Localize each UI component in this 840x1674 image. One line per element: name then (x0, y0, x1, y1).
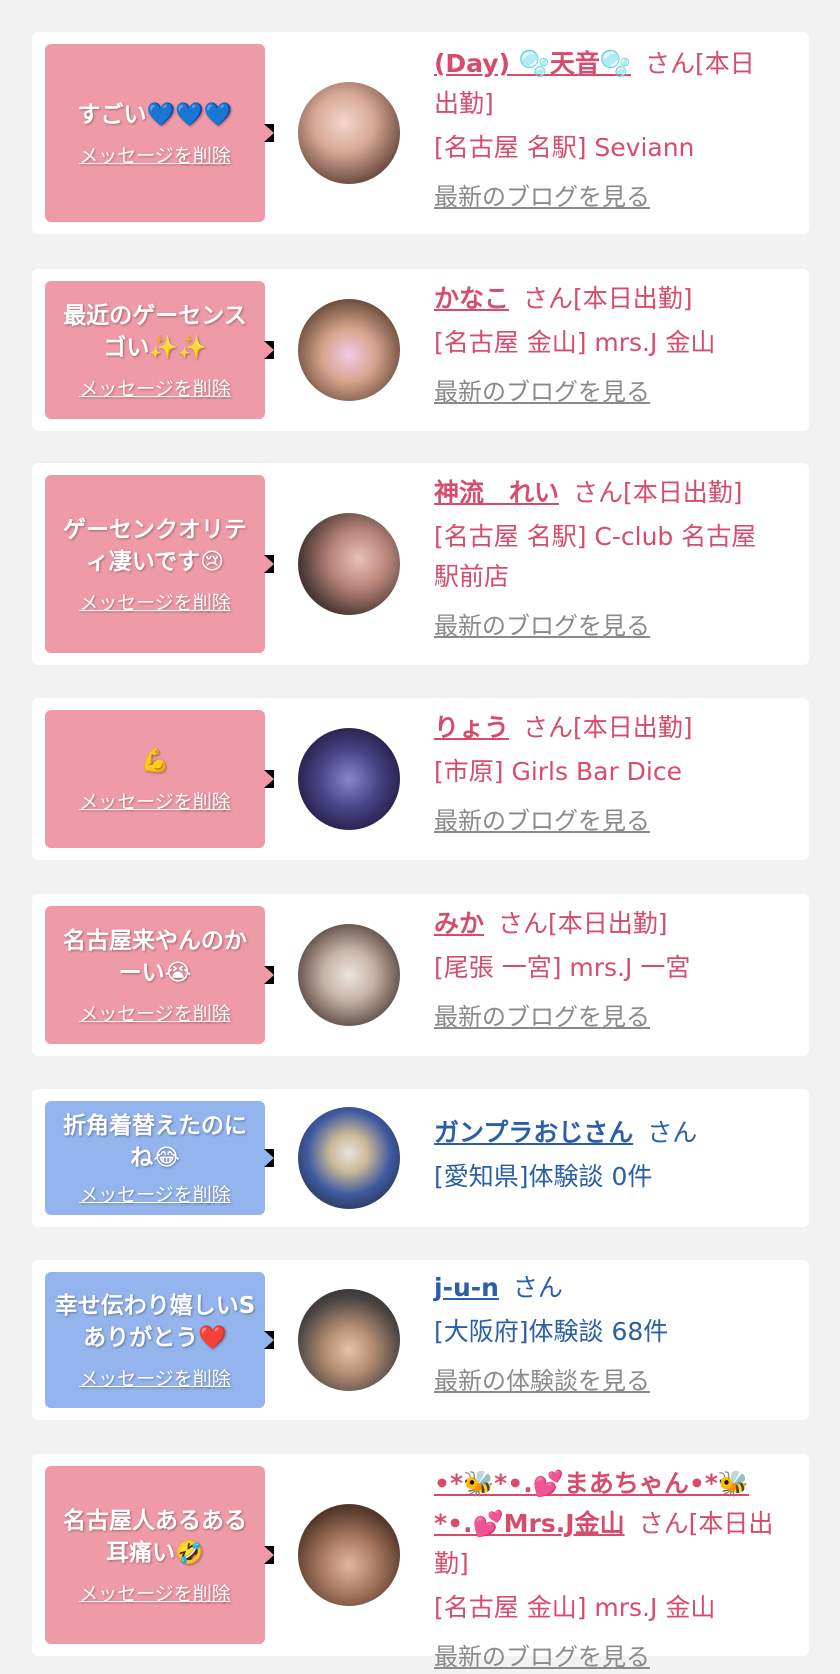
user-name-link[interactable]: j-u-n (434, 1273, 499, 1302)
message-text: 名古屋人あるある耳痛い🤣 (63, 1507, 247, 1566)
message-card: ゲーセンクオリティ凄いです😢 メッセージを削除 神流 れい さん[本日出勤] [名… (32, 463, 809, 665)
message-text: 💪 (140, 747, 170, 774)
user-info: りょう さん[本日出勤] [市原] Girls Bar Dice 最新のブログを見… (434, 708, 779, 838)
message-card: 幸せ伝わり嬉しいSありがとう❤️ メッセージを削除 j-u-n さん [大阪府]体… (32, 1260, 809, 1420)
latest-blog-link[interactable]: 最新のブログを見る (434, 804, 779, 838)
message-bubble: すごい💙💙💙 メッセージを削除 (45, 44, 274, 222)
message-card: 名古屋来やんのかーい😭 メッセージを削除 みか さん[本日出勤] [尾張 一宮] … (32, 894, 809, 1056)
user-name-link[interactable]: ガンプラおじさん (434, 1118, 633, 1147)
user-status: さん[本日出勤] (523, 713, 693, 742)
avatar[interactable] (298, 1289, 400, 1391)
user-status: さん[本日出勤] (573, 478, 743, 507)
user-status: さん (512, 1273, 563, 1302)
user-name-link[interactable]: りょう (434, 713, 509, 742)
message-card: 最近のゲーセンスゴい✨✨ メッセージを削除 かなこ さん[本日出勤] [名古屋 金… (32, 269, 809, 431)
shop-label: [市原] Girls Bar Dice (434, 757, 682, 786)
latest-blog-link[interactable]: 最新のブログを見る (434, 375, 779, 409)
message-bubble: 幸せ伝わり嬉しいSありがとう❤️ メッセージを削除 (45, 1272, 274, 1408)
avatar[interactable] (298, 82, 400, 184)
user-info: j-u-n さん [大阪府]体験談 68件 最新の体験談を見る (434, 1268, 779, 1398)
shop-label: [名古屋 名駅] C-club 名古屋駅前店 (434, 522, 757, 591)
shop-label: [大阪府]体験談 68件 (434, 1317, 669, 1346)
avatar[interactable] (298, 924, 400, 1026)
user-status: さん[本日出勤] (523, 284, 693, 313)
message-text: 幸せ伝わり嬉しいSありがとう❤️ (54, 1292, 256, 1351)
message-card: すごい💙💙💙 メッセージを削除 (Day) 🫧天音🫧 さん[本日出勤] [名古屋 … (32, 32, 809, 234)
delete-message-link[interactable]: メッセージを削除 (79, 141, 231, 168)
user-name-link[interactable]: (Day) 🫧天音🫧 (434, 49, 631, 78)
delete-message-link[interactable]: メッセージを削除 (79, 1579, 231, 1606)
delete-message-link[interactable]: メッセージを削除 (79, 1364, 231, 1391)
delete-message-link[interactable]: メッセージを削除 (79, 588, 231, 615)
message-text: すごい💙💙💙 (77, 101, 233, 128)
user-info: かなこ さん[本日出勤] [名古屋 金山] mrs.J 金山 最新のブログを見る (434, 279, 779, 409)
user-name-link[interactable]: みか (434, 909, 484, 938)
shop-label: [名古屋 金山] mrs.J 金山 (434, 328, 716, 357)
latest-blog-link[interactable]: 最新のブログを見る (434, 1640, 779, 1674)
shop-label: [尾張 一宮] mrs.J 一宮 (434, 953, 691, 982)
avatar[interactable] (298, 728, 400, 830)
latest-blog-link[interactable]: 最新のブログを見る (434, 180, 779, 214)
user-info: (Day) 🫧天音🫧 さん[本日出勤] [名古屋 名駅] Seviann 最新のブ… (434, 44, 779, 214)
latest-blog-link[interactable]: 最新のブログを見る (434, 609, 779, 643)
shop-label: [名古屋 名駅] Seviann (434, 133, 695, 162)
latest-blog-link[interactable]: 最新のブログを見る (434, 1000, 779, 1034)
user-info: •*🐝*•.💕まあちゃん•*🐝*•.💕Mrs.J金山 さん[本日出勤] [名古屋 … (434, 1464, 779, 1674)
message-bubble: ゲーセンクオリティ凄いです😢 メッセージを削除 (45, 475, 274, 653)
message-bubble: 最近のゲーセンスゴい✨✨ メッセージを削除 (45, 281, 274, 419)
user-status: さん (647, 1118, 698, 1147)
user-name-link[interactable]: かなこ (434, 284, 509, 313)
shop-label: [愛知県]体験談 0件 (434, 1162, 653, 1191)
message-card: 折角着替えたのにね😂 メッセージを削除 ガンプラおじさん さん [愛知県]体験談 … (32, 1089, 809, 1227)
shop-label: [名古屋 金山] mrs.J 金山 (434, 1593, 716, 1622)
message-bubble: 💪 メッセージを削除 (45, 710, 274, 848)
message-text: ゲーセンクオリティ凄いです😢 (63, 516, 247, 575)
message-text: 折角着替えたのにね😂 (63, 1112, 247, 1171)
message-bubble: 折角着替えたのにね😂 メッセージを削除 (45, 1101, 274, 1215)
delete-message-link[interactable]: メッセージを削除 (79, 1180, 231, 1207)
message-card: 💪 メッセージを削除 りょう さん[本日出勤] [市原] Girls Bar Di… (32, 698, 809, 860)
avatar[interactable] (298, 1504, 400, 1606)
user-info: 神流 れい さん[本日出勤] [名古屋 名駅] C-club 名古屋駅前店 最新の… (434, 473, 779, 643)
message-text: 最近のゲーセンスゴい✨✨ (63, 302, 247, 361)
user-info: みか さん[本日出勤] [尾張 一宮] mrs.J 一宮 最新のブログを見る (434, 904, 779, 1034)
message-bubble: 名古屋来やんのかーい😭 メッセージを削除 (45, 906, 274, 1044)
user-name-link[interactable]: 神流 れい (434, 478, 559, 507)
delete-message-link[interactable]: メッセージを削除 (79, 787, 231, 814)
message-text: 名古屋来やんのかーい😭 (63, 927, 247, 986)
delete-message-link[interactable]: メッセージを削除 (79, 374, 231, 401)
avatar[interactable] (298, 299, 400, 401)
user-status: さん[本日出勤] (498, 909, 668, 938)
message-card: 名古屋人あるある耳痛い🤣 メッセージを削除 •*🐝*•.💕まあちゃん•*🐝*•.… (32, 1454, 809, 1671)
user-info: ガンプラおじさん さん [愛知県]体験談 0件 (434, 1113, 779, 1197)
latest-review-link[interactable]: 最新の体験談を見る (434, 1364, 779, 1398)
avatar[interactable] (298, 513, 400, 615)
avatar[interactable] (298, 1107, 400, 1209)
message-bubble: 名古屋人あるある耳痛い🤣 メッセージを削除 (45, 1466, 274, 1644)
delete-message-link[interactable]: メッセージを削除 (79, 999, 231, 1026)
